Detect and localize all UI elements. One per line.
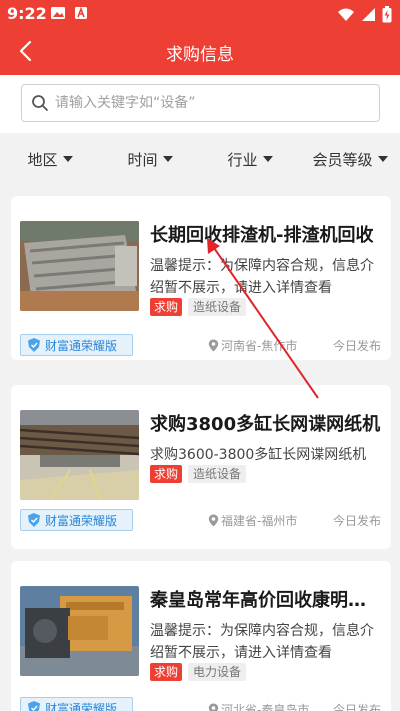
tag-category: 电力设备 bbox=[188, 663, 247, 681]
shield-badge-icon bbox=[28, 701, 40, 711]
app-notification-icon bbox=[75, 6, 87, 19]
filter-bar: 地区 时间 行业 会员等级 bbox=[0, 133, 400, 185]
battery-icon bbox=[382, 5, 392, 22]
caret-down-icon bbox=[62, 156, 73, 162]
gallery-icon bbox=[51, 7, 65, 19]
filter-industry[interactable]: 行业 bbox=[200, 133, 300, 185]
listing-card[interactable]: 秦皇岛常年高价回收康明斯发电机 温馨提示：为保障内容合规，信息介绍暂不展示，请进… bbox=[11, 561, 391, 711]
caret-down-icon bbox=[162, 156, 173, 162]
location-pin-icon bbox=[208, 514, 219, 527]
tag-purchase: 求购 bbox=[150, 298, 183, 316]
wifi-icon bbox=[338, 8, 354, 21]
filter-time[interactable]: 时间 bbox=[100, 133, 200, 185]
publish-time: 今日发布 bbox=[332, 514, 381, 528]
publish-time: 今日发布 bbox=[332, 339, 381, 353]
search-input[interactable] bbox=[55, 95, 355, 111]
search-icon bbox=[32, 95, 48, 111]
filter-label: 行业 bbox=[227, 150, 258, 169]
filter-label: 地区 bbox=[27, 150, 58, 169]
status-time: 9:22 bbox=[7, 4, 47, 23]
listing-description: 温馨提示：为保障内容合规，信息介绍暂不展示，请进入详情查看 bbox=[150, 258, 374, 296]
tag-purchase: 求购 bbox=[150, 465, 183, 483]
caret-down-icon bbox=[377, 156, 388, 162]
tag-category: 造纸设备 bbox=[188, 298, 247, 316]
listing-location: 福建省-福州市 bbox=[208, 512, 297, 529]
tag-category: 造纸设备 bbox=[188, 465, 247, 483]
listing-thumbnail bbox=[20, 221, 139, 311]
location-text: 河北省-秦皇岛市 bbox=[221, 703, 310, 711]
member-badge: 财富通荣耀版 bbox=[20, 509, 133, 531]
listing-title: 求购3800多缸长网谍网纸机 bbox=[150, 414, 381, 435]
tag-purchase: 求购 bbox=[150, 663, 183, 681]
listing-location: 河北省-秦皇岛市 bbox=[208, 701, 309, 711]
member-badge: 财富通荣耀版 bbox=[20, 697, 133, 711]
listing-location: 河南省-焦作市 bbox=[208, 337, 297, 354]
location-pin-icon bbox=[208, 339, 219, 352]
nav-bar: 求购信息 bbox=[0, 28, 400, 75]
listing-thumbnail bbox=[20, 410, 139, 500]
listing-title: 长期回收排渣机-排渣机回收 bbox=[150, 225, 374, 246]
shield-badge-icon bbox=[28, 513, 40, 527]
listing-card[interactable]: 求购3800多缸长网谍网纸机 求购3600-3800多缸长网谍网纸机 求购 造纸… bbox=[11, 385, 391, 549]
filter-label: 会员等级 bbox=[312, 150, 373, 169]
publish-time: 今日发布 bbox=[332, 703, 381, 711]
badge-label: 财富通荣耀版 bbox=[45, 338, 118, 353]
listing-description: 求购3600-3800多缸长网谍网纸机 bbox=[150, 447, 367, 463]
shield-badge-icon bbox=[28, 338, 40, 352]
page-title: 求购信息 bbox=[166, 45, 234, 65]
location-text: 河南省-焦作市 bbox=[221, 339, 298, 353]
listing-card[interactable]: 长期回收排渣机-排渣机回收 温馨提示：为保障内容合规，信息介绍暂不展示，请进入详… bbox=[11, 196, 391, 360]
listing-tags: 求购 电力设备 bbox=[150, 663, 247, 681]
cell-signal-icon bbox=[362, 7, 375, 21]
filter-label: 时间 bbox=[127, 150, 158, 169]
caret-down-icon bbox=[262, 156, 273, 162]
status-bar: 9:22 bbox=[0, 0, 400, 28]
location-text: 福建省-福州市 bbox=[221, 514, 298, 528]
filter-region[interactable]: 地区 bbox=[0, 133, 100, 185]
listing-description: 温馨提示：为保障内容合规，信息介绍暂不展示，请进入详情查看 bbox=[150, 623, 374, 661]
listing-tags: 求购 造纸设备 bbox=[150, 298, 247, 316]
badge-label: 财富通荣耀版 bbox=[45, 701, 118, 711]
member-badge: 财富通荣耀版 bbox=[20, 334, 133, 356]
listing-thumbnail bbox=[20, 586, 139, 676]
badge-label: 财富通荣耀版 bbox=[45, 513, 118, 528]
app-header: 9:22 求购信息 bbox=[0, 0, 400, 75]
listing-title: 秦皇岛常年高价回收康明斯发电机 bbox=[150, 590, 382, 611]
search-box[interactable] bbox=[21, 84, 380, 122]
listing-tags: 求购 造纸设备 bbox=[150, 465, 247, 483]
search-section bbox=[0, 75, 400, 133]
location-pin-icon bbox=[208, 703, 219, 711]
filter-member-level[interactable]: 会员等级 bbox=[300, 133, 400, 185]
